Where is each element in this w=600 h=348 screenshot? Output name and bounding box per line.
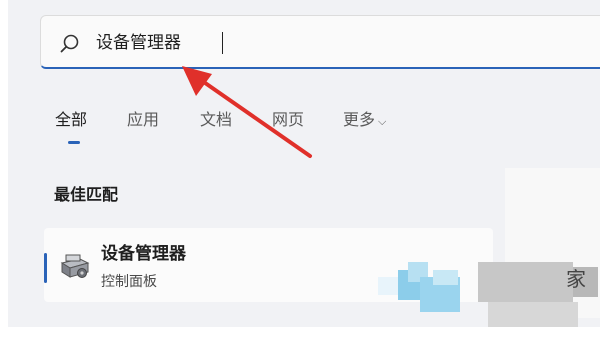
tab-more[interactable]: 更多 ⌵ — [343, 107, 386, 135]
partial-glyph: 家 — [566, 267, 586, 291]
text-cursor — [222, 32, 223, 54]
active-tab-indicator — [68, 141, 80, 144]
best-match-heading: 最佳匹配 — [54, 185, 119, 204]
tab-documents[interactable]: 文档 — [200, 107, 232, 133]
search-input[interactable]: 设备管理器 — [96, 30, 181, 56]
selection-indicator — [44, 253, 47, 283]
tab-more-label: 更多 — [343, 110, 376, 129]
tab-apps[interactable]: 应用 — [127, 107, 159, 133]
tab-web[interactable]: 网页 — [272, 107, 304, 133]
result-subtitle: 控制面板 — [101, 274, 157, 290]
result-title: 设备管理器 — [101, 244, 186, 264]
tab-web-label: 网页 — [272, 110, 305, 129]
tab-all[interactable]: 全部 — [55, 107, 87, 133]
device-manager-icon — [60, 254, 90, 278]
search-icon — [60, 34, 79, 53]
chevron-down-icon: ⌵ — [378, 115, 387, 128]
search-bar[interactable]: 设备管理器 — [40, 15, 600, 69]
